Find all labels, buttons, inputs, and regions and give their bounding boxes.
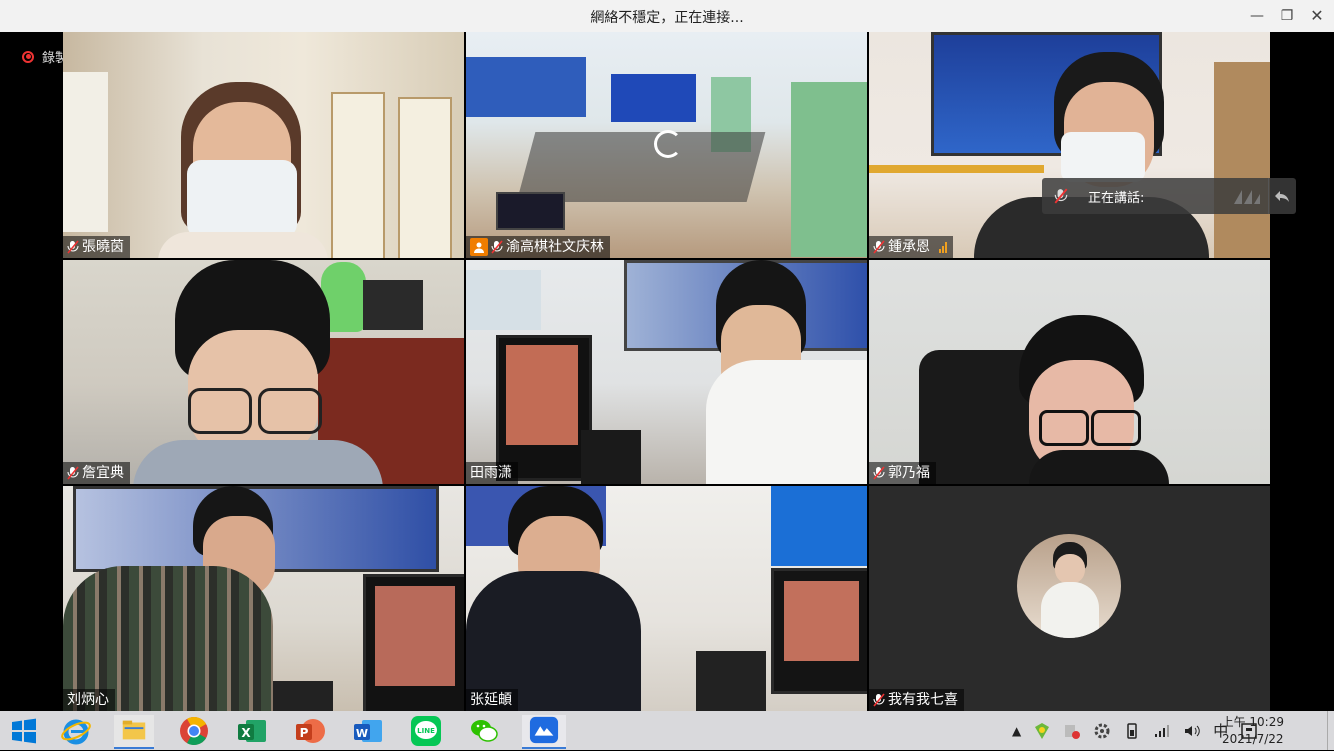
network-alert-icon[interactable] (1063, 722, 1081, 740)
svg-text:W: W (356, 727, 368, 740)
participant-name-tag: 鍾承恩 (869, 236, 953, 258)
participant-name: 郭乃福 (888, 465, 930, 481)
mic-muted-icon (873, 693, 885, 707)
participant-name-tag: 田雨潇 (466, 462, 518, 484)
participant-name-tag: 張曉茵 (63, 236, 130, 258)
internet-explorer-icon[interactable] (60, 715, 92, 747)
excel-icon[interactable]: X (236, 715, 268, 747)
clock-time: 上午 10:29 (1221, 715, 1284, 729)
battery-icon[interactable] (1123, 722, 1141, 740)
volume-icon[interactable] (1183, 722, 1201, 740)
participant-name-tag: 我有我七喜 (869, 689, 964, 711)
record-icon (22, 50, 34, 63)
restore-button[interactable]: ❐ (1276, 6, 1298, 26)
close-button[interactable]: ✕ (1306, 6, 1328, 26)
svg-text:P: P (300, 726, 309, 740)
participant-name-tag: 郭乃福 (869, 462, 936, 484)
mic-muted-icon (491, 240, 503, 254)
mic-muted-icon (1054, 188, 1068, 204)
file-explorer-icon[interactable] (114, 715, 154, 749)
audio-wave-icon (1234, 190, 1260, 204)
security-shield-icon[interactable] (1033, 722, 1051, 740)
settings-gear-icon[interactable] (1093, 722, 1111, 740)
participant-name: 鍾承恩 (888, 239, 930, 255)
host-icon (470, 238, 488, 256)
participant-name: 渝高棋社文庆林 (506, 239, 604, 255)
video-tile-6[interactable]: 郭乃福 (869, 260, 1270, 484)
participant-name: 我有我七喜 (888, 692, 958, 708)
participant-name: 張曉茵 (82, 239, 124, 255)
powerpoint-icon[interactable]: P (294, 715, 326, 747)
participant-name: 张延頔 (470, 692, 512, 708)
chrome-icon[interactable] (178, 715, 210, 747)
show-desktop-button[interactable] (1327, 711, 1334, 750)
video-tile-5[interactable]: 田雨潇 (466, 260, 867, 484)
line-app-icon[interactable]: LINE (410, 715, 442, 747)
windows-start-icon[interactable] (8, 715, 40, 747)
participant-name-tag: 张延頔 (466, 689, 518, 711)
mic-muted-icon (873, 466, 885, 480)
svg-text:LINE: LINE (417, 727, 435, 735)
meeting-app-icon[interactable] (522, 715, 566, 749)
show-hidden-icons-icon[interactable]: ▲ (1012, 724, 1021, 738)
mic-muted-icon (67, 240, 79, 254)
video-tile-8[interactable]: 张延頔 (466, 486, 867, 711)
mic-muted-icon (873, 240, 885, 254)
video-tile-9[interactable]: 我有我七喜 (869, 486, 1270, 711)
participant-name: 刘炳心 (67, 692, 109, 708)
clock[interactable]: 上午 10:29 2021/7/22 (1222, 714, 1284, 748)
participant-name-tag: 渝高棋社文庆林 (466, 236, 610, 258)
participant-name: 詹宜典 (82, 465, 124, 481)
taskbar: X P W LINE ▲ 中 上午 10:29 2021/7/22 (0, 711, 1334, 750)
window-title: 網絡不穩定，正在連接... (590, 10, 744, 26)
clock-date: 2021/7/22 (1222, 732, 1284, 746)
speaking-panel[interactable]: 正在講話: (1042, 178, 1296, 214)
video-tile-4[interactable]: 詹宜典 (63, 260, 464, 484)
network-signal-icon (939, 241, 947, 253)
mic-muted-icon (67, 466, 79, 480)
wechat-icon[interactable] (468, 715, 500, 747)
window-titlebar: 網絡不穩定，正在連接... — ❐ ✕ (0, 0, 1334, 32)
avatar (1017, 534, 1121, 638)
video-tile-7[interactable]: 刘炳心 (63, 486, 464, 711)
wifi-signal-icon[interactable] (1153, 722, 1171, 740)
video-tile-2[interactable]: 渝高棋社文庆林 (466, 32, 867, 258)
video-tile-1[interactable]: 張曉茵 (63, 32, 464, 258)
participant-name-tag: 詹宜典 (63, 462, 130, 484)
participant-name-tag: 刘炳心 (63, 689, 115, 711)
participant-name: 田雨潇 (470, 465, 512, 481)
loading-spinner-icon (654, 130, 682, 158)
speaking-label: 正在講話: (1088, 191, 1145, 206)
svg-text:X: X (241, 726, 251, 740)
reply-icon[interactable] (1274, 188, 1290, 204)
video-tile-3[interactable]: 鍾承恩 (869, 32, 1270, 258)
word-icon[interactable]: W (352, 715, 384, 747)
minimize-button[interactable]: — (1246, 6, 1268, 26)
